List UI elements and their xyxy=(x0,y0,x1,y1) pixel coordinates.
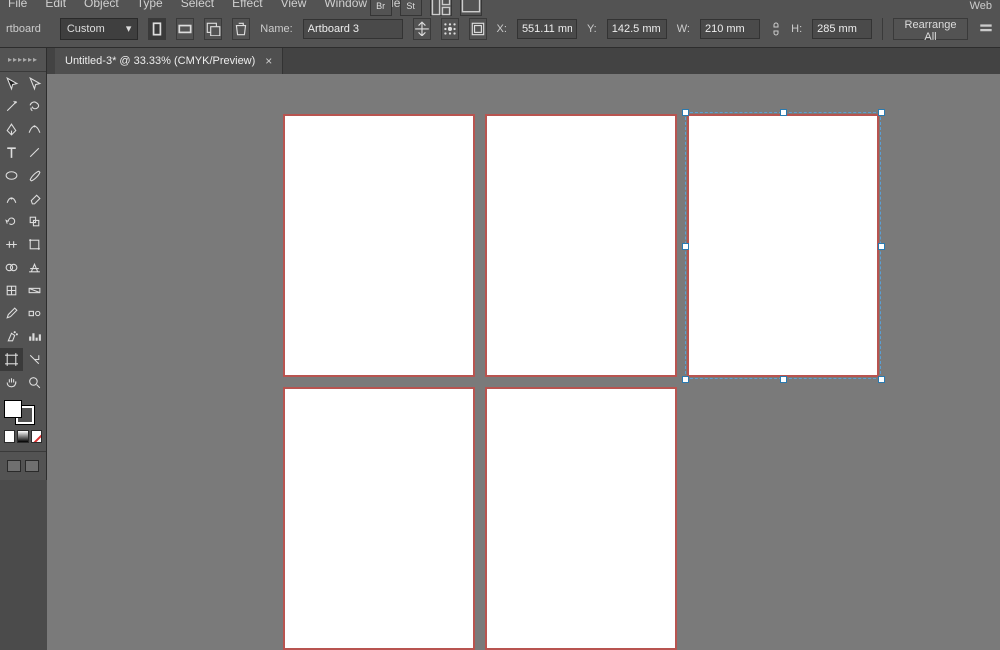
artboard-3[interactable] xyxy=(687,114,879,377)
h-label: H: xyxy=(791,23,802,35)
menu-effect[interactable]: Effect xyxy=(232,0,262,10)
shape-builder-tool[interactable] xyxy=(0,256,23,279)
rearrange-all-button[interactable]: Rearrange All xyxy=(893,18,968,40)
artboard-name-input[interactable] xyxy=(303,19,403,39)
document-tab-title: Untitled-3* @ 33.33% (CMYK/Preview) xyxy=(65,55,255,67)
width-tool[interactable] xyxy=(0,233,23,256)
draw-mode-group xyxy=(0,460,46,480)
perspective-grid-tool[interactable] xyxy=(23,256,46,279)
artboard-tool-label: rtboard xyxy=(6,23,50,35)
tools-panel-grip[interactable]: ▸▸▸▸▸▸ xyxy=(0,48,46,72)
preset-value: Custom xyxy=(67,23,105,35)
selection-handle[interactable] xyxy=(878,376,885,383)
rotate-tool[interactable] xyxy=(0,210,23,233)
pen-tool[interactable] xyxy=(0,118,23,141)
mesh-tool[interactable] xyxy=(0,279,23,302)
menu-right-cluster: Br St Web xyxy=(370,0,992,16)
orientation-landscape-button[interactable] xyxy=(176,18,194,40)
tools-panel: ▸▸▸▸▸▸ xyxy=(0,48,47,480)
menu-window[interactable]: Window xyxy=(324,0,367,10)
fill-swatch[interactable] xyxy=(4,400,22,418)
selection-handle[interactable] xyxy=(780,376,787,383)
close-tab-button[interactable]: × xyxy=(265,54,272,68)
stock-button[interactable]: St xyxy=(400,0,422,16)
selection-tool[interactable] xyxy=(0,72,23,95)
selection-handle[interactable] xyxy=(780,109,787,116)
curvature-tool[interactable] xyxy=(23,118,46,141)
color-swatches xyxy=(0,394,46,449)
lasso-tool[interactable] xyxy=(23,95,46,118)
chevron-down-icon: ▾ xyxy=(126,22,132,35)
document-tab-strip: Untitled-3* @ 33.33% (CMYK/Preview) × xyxy=(0,48,1000,74)
direct-selection-tool[interactable] xyxy=(23,72,46,95)
line-segment-tool[interactable] xyxy=(23,141,46,164)
color-mode-button[interactable] xyxy=(4,430,15,443)
move-artwork-with-artboard-button[interactable] xyxy=(413,18,431,40)
artboard-2[interactable] xyxy=(485,114,677,377)
artboard-tool[interactable] xyxy=(0,348,23,371)
bridge-button[interactable]: Br xyxy=(370,0,392,16)
menu-object[interactable]: Object xyxy=(84,0,119,10)
draw-behind-button[interactable] xyxy=(25,460,39,472)
magic-wand-tool[interactable] xyxy=(0,95,23,118)
eraser-tool[interactable] xyxy=(23,187,46,210)
y-label: Y: xyxy=(587,23,597,35)
menu-view[interactable]: View xyxy=(281,0,307,10)
orientation-portrait-button[interactable] xyxy=(148,18,166,40)
gradient-mode-button[interactable] xyxy=(17,430,28,443)
control-bar-overflow-button[interactable] xyxy=(978,19,994,39)
eyedropper-tool[interactable] xyxy=(0,302,23,325)
artboard-1[interactable] xyxy=(283,114,475,377)
free-transform-tool[interactable] xyxy=(23,233,46,256)
zoom-tool[interactable] xyxy=(23,371,46,394)
name-label: Name: xyxy=(260,23,292,35)
x-label: X: xyxy=(497,23,507,35)
main-menu: File Edit Object Type Select Effect View… xyxy=(0,0,1000,10)
menu-select[interactable]: Select xyxy=(181,0,214,10)
arrange-documents-button[interactable] xyxy=(430,0,452,16)
selection-handle[interactable] xyxy=(682,109,689,116)
symbol-sprayer-tool[interactable] xyxy=(0,325,23,348)
workspace-label[interactable]: Web xyxy=(970,0,992,12)
x-input[interactable] xyxy=(517,19,577,39)
link-wh-icon[interactable] xyxy=(770,22,781,36)
height-input[interactable] xyxy=(812,19,872,39)
menu-type[interactable]: Type xyxy=(137,0,163,10)
y-input[interactable] xyxy=(607,19,667,39)
slice-tool[interactable] xyxy=(23,348,46,371)
canvas[interactable] xyxy=(47,74,1000,650)
selection-handle[interactable] xyxy=(682,243,689,250)
selection-handle[interactable] xyxy=(878,243,885,250)
new-artboard-button[interactable] xyxy=(204,18,222,40)
separator xyxy=(882,18,883,40)
draw-normal-button[interactable] xyxy=(7,460,21,472)
document-tab[interactable]: Untitled-3* @ 33.33% (CMYK/Preview) × xyxy=(55,48,283,74)
column-graph-tool[interactable] xyxy=(23,325,46,348)
selection-handle[interactable] xyxy=(878,109,885,116)
menu-edit[interactable]: Edit xyxy=(45,0,66,10)
type-tool[interactable] xyxy=(0,141,23,164)
scale-tool[interactable] xyxy=(23,210,46,233)
ellipse-tool[interactable] xyxy=(0,164,23,187)
none-mode-button[interactable] xyxy=(31,430,42,443)
menu-file[interactable]: File xyxy=(8,0,27,10)
blend-tool[interactable] xyxy=(23,302,46,325)
reference-point-button[interactable] xyxy=(441,18,459,40)
w-label: W: xyxy=(677,23,690,35)
width-input[interactable] xyxy=(700,19,760,39)
hand-tool[interactable] xyxy=(0,371,23,394)
delete-artboard-button[interactable] xyxy=(232,18,250,40)
gradient-tool[interactable] xyxy=(23,279,46,302)
artboard-4[interactable] xyxy=(283,387,475,650)
selection-handle[interactable] xyxy=(682,376,689,383)
paintbrush-tool[interactable] xyxy=(23,164,46,187)
artboard-5[interactable] xyxy=(485,387,677,650)
artboard-preset-select[interactable]: Custom ▾ xyxy=(60,18,139,40)
shaper-tool[interactable] xyxy=(0,187,23,210)
gpu-preview-button[interactable] xyxy=(460,0,482,16)
artboard-options-button[interactable] xyxy=(469,18,487,40)
